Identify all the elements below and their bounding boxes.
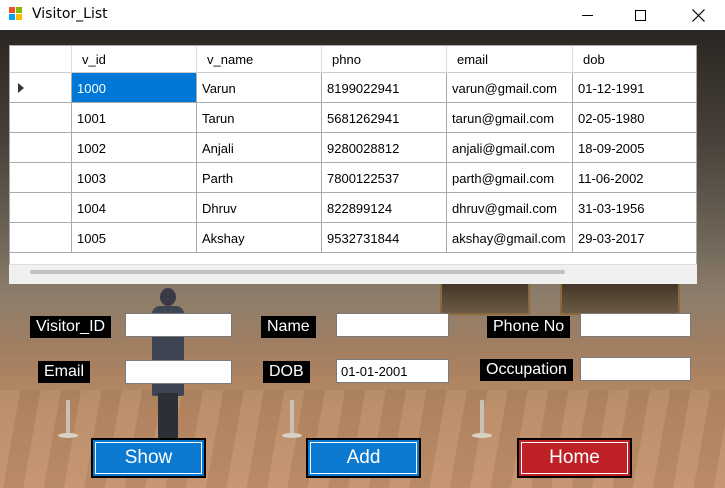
add-button[interactable]: Add: [306, 438, 421, 478]
cell-phno[interactable]: 8199022941: [322, 73, 447, 103]
cell-email[interactable]: varun@gmail.com: [447, 73, 573, 103]
phone-field[interactable]: [580, 313, 691, 337]
cell-v-id[interactable]: 1002: [72, 133, 197, 163]
cell-v-name[interactable]: Akshay: [197, 223, 322, 253]
table-row[interactable]: 1000 Varun 8199022941 varun@gmail.com 01-12-…: [10, 73, 696, 103]
cell-dob[interactable]: 11-06-2002: [573, 163, 696, 193]
home-button[interactable]: Home: [517, 438, 632, 478]
row-header[interactable]: [10, 73, 72, 103]
column-header-v-id[interactable]: v_id: [72, 46, 197, 73]
cell-dob[interactable]: 31-03-1956: [573, 193, 696, 223]
cell-email[interactable]: anjali@gmail.com: [447, 133, 573, 163]
stanchion: [58, 400, 78, 438]
occupation-label: Occupation: [480, 359, 573, 381]
app-icon: [8, 6, 24, 22]
stanchion: [282, 400, 302, 438]
table-row[interactable]: 1005 Akshay 9532731844 akshay@gmail.com 29-0…: [10, 223, 696, 253]
add-button-label: Add: [346, 447, 381, 468]
row-header[interactable]: [10, 163, 72, 193]
grid-header: v_id v_name phno email dob: [10, 46, 696, 73]
cell-email[interactable]: parth@gmail.com: [447, 163, 573, 193]
cell-phno[interactable]: 5681262941: [322, 103, 447, 133]
show-button[interactable]: Show: [91, 438, 206, 478]
close-icon: [691, 8, 705, 22]
row-header[interactable]: [10, 103, 72, 133]
dob-field[interactable]: [336, 359, 449, 383]
stanchion: [472, 400, 492, 438]
visitor-id-field[interactable]: [125, 313, 232, 337]
email-label: Email: [38, 361, 91, 383]
title-bar: Visitor_List: [0, 0, 725, 30]
cell-phno[interactable]: 9532731844: [322, 223, 447, 253]
cell-dob[interactable]: 01-12-1991: [573, 73, 696, 103]
table-row[interactable]: 1001 Tarun 5681262941 tarun@gmail.com 02-05-…: [10, 103, 696, 133]
cell-email[interactable]: dhruv@gmail.com: [447, 193, 573, 223]
maximize-button[interactable]: [617, 0, 663, 30]
email-field[interactable]: [125, 360, 232, 384]
horizontal-scrollbar[interactable]: [30, 270, 565, 274]
horizontal-scroll-track: [9, 264, 697, 284]
phone-label: Phone No: [487, 316, 571, 338]
window-title: Visitor_List: [32, 6, 108, 22]
minimize-button[interactable]: [564, 0, 610, 30]
row-header-corner: [10, 46, 72, 73]
column-header-v-name[interactable]: v_name: [197, 46, 322, 73]
cell-v-name[interactable]: Anjali: [197, 133, 322, 163]
table-row[interactable]: 1003 Parth 7800122537 parth@gmail.com 11-06-…: [10, 163, 696, 193]
home-button-label: Home: [549, 447, 600, 468]
table-row[interactable]: 1004 Dhruv 822899124 dhruv@gmail.com 31-03-1…: [10, 193, 696, 223]
cell-v-id[interactable]: 1001: [72, 103, 197, 133]
maximize-icon: [634, 9, 646, 21]
cell-email[interactable]: tarun@gmail.com: [447, 103, 573, 133]
occupation-field[interactable]: [580, 357, 691, 381]
cell-phno[interactable]: 822899124: [322, 193, 447, 223]
dob-label: DOB: [263, 361, 310, 383]
cell-dob[interactable]: 02-05-1980: [573, 103, 696, 133]
visitor-data-grid[interactable]: v_id v_name phno email dob 1000 Varun 8199…: [9, 45, 697, 284]
cell-phno[interactable]: 7800122537: [322, 163, 447, 193]
current-row-arrow-icon: [18, 83, 24, 93]
name-label: Name: [261, 316, 316, 338]
row-header[interactable]: [10, 223, 72, 253]
cell-v-id[interactable]: 1005: [72, 223, 197, 253]
cell-dob[interactable]: 18-09-2005: [573, 133, 696, 163]
cell-v-name[interactable]: Parth: [197, 163, 322, 193]
row-header[interactable]: [10, 193, 72, 223]
cell-v-id[interactable]: 1000: [72, 73, 197, 103]
table-row[interactable]: 1002 Anjali 9280028812 anjali@gmail.com 18-0…: [10, 133, 696, 163]
close-button[interactable]: [675, 0, 721, 30]
name-field[interactable]: [336, 313, 449, 337]
row-header[interactable]: [10, 133, 72, 163]
column-header-email[interactable]: email: [447, 46, 573, 73]
column-header-phno[interactable]: phno: [322, 46, 447, 73]
cell-dob[interactable]: 29-03-2017: [573, 223, 696, 253]
cell-v-name[interactable]: Varun: [197, 73, 322, 103]
cell-v-id[interactable]: 1003: [72, 163, 197, 193]
cell-v-name[interactable]: Tarun: [197, 103, 322, 133]
minimize-icon: [581, 14, 593, 16]
cell-v-id[interactable]: 1004: [72, 193, 197, 223]
column-header-dob[interactable]: dob: [573, 46, 696, 73]
cell-v-name[interactable]: Dhruv: [197, 193, 322, 223]
show-button-label: Show: [124, 447, 173, 468]
cell-email[interactable]: akshay@gmail.com: [447, 223, 573, 253]
visitor-id-label: Visitor_ID: [30, 316, 112, 338]
cell-phno[interactable]: 9280028812: [322, 133, 447, 163]
